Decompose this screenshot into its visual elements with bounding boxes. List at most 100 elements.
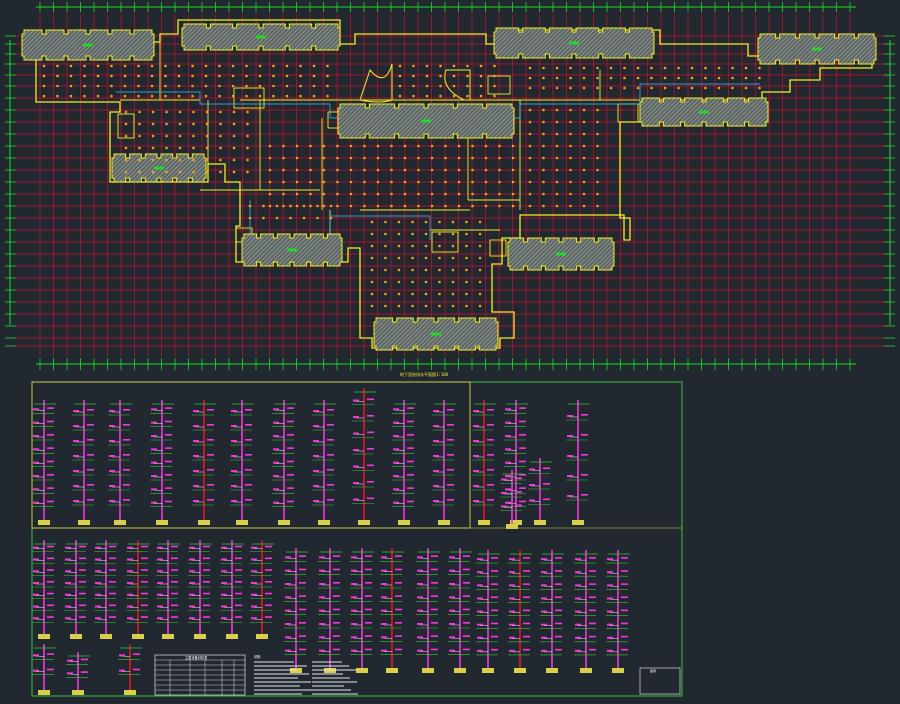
column-marker bbox=[542, 76, 545, 80]
pipe-size-tag bbox=[245, 439, 252, 441]
column-marker bbox=[758, 86, 761, 90]
pipe-size-tag bbox=[365, 608, 372, 611]
pipe-riser bbox=[472, 400, 496, 525]
floor-tag bbox=[109, 455, 115, 457]
column-marker bbox=[582, 66, 586, 70]
cad-drawing-viewport[interactable]: 地下室给排水平面图 1:100 主要设备材料表 说明 图例 bbox=[0, 0, 900, 700]
column-marker bbox=[569, 76, 572, 80]
column-marker bbox=[528, 144, 532, 148]
floor-tag bbox=[109, 410, 115, 412]
column-marker bbox=[430, 144, 434, 148]
floor-tag bbox=[231, 470, 237, 472]
pipe-size-tag bbox=[365, 648, 372, 651]
pipe-size-tag bbox=[327, 454, 334, 456]
pipe-size-tag bbox=[523, 609, 530, 612]
pipe-size-tag bbox=[327, 499, 334, 501]
floor-tag bbox=[273, 435, 279, 437]
floor-tag bbox=[449, 569, 455, 572]
column-marker bbox=[370, 244, 374, 248]
column-marker bbox=[295, 168, 299, 172]
floor-tag bbox=[285, 583, 291, 585]
column-marker bbox=[69, 84, 73, 88]
pipe-riser bbox=[448, 548, 472, 673]
column-marker bbox=[42, 94, 46, 98]
column-marker bbox=[268, 180, 272, 184]
pipe-size-tag bbox=[171, 545, 178, 548]
column-marker bbox=[596, 120, 599, 124]
riser-base bbox=[38, 634, 50, 639]
floor-tag bbox=[433, 470, 439, 472]
pipe-size-tag bbox=[287, 474, 294, 476]
pipe-size-tag bbox=[555, 596, 562, 599]
pipe-size-tag bbox=[235, 545, 242, 548]
floor-tag bbox=[221, 605, 227, 608]
pipe-riser bbox=[312, 400, 336, 525]
pipe-size-tag bbox=[581, 474, 588, 476]
column-marker bbox=[231, 84, 235, 88]
riser-diagrams bbox=[32, 388, 630, 695]
pipe-size-tag bbox=[365, 555, 372, 557]
column-marker bbox=[384, 220, 387, 224]
column-marker bbox=[390, 192, 393, 196]
column-marker bbox=[425, 84, 429, 88]
column-marker bbox=[219, 158, 222, 162]
tower-block bbox=[337, 103, 515, 139]
notes-title: 说明 bbox=[254, 654, 260, 659]
column-marker bbox=[289, 204, 292, 208]
floor-tag bbox=[109, 500, 115, 502]
column-marker bbox=[623, 76, 626, 80]
floor-tag bbox=[273, 461, 279, 464]
pipe-size-tag bbox=[141, 592, 148, 595]
pipe-size-tag bbox=[87, 409, 94, 411]
floor-tag bbox=[251, 617, 257, 620]
column-marker bbox=[299, 84, 302, 88]
floor-tag bbox=[157, 605, 163, 608]
floor-tag bbox=[529, 499, 535, 502]
pipe-size-tag bbox=[79, 604, 86, 607]
stair-core bbox=[489, 239, 507, 257]
column-marker bbox=[268, 156, 272, 160]
pipe-riser bbox=[416, 548, 440, 673]
column-marker bbox=[282, 144, 285, 148]
floor-tag bbox=[73, 440, 79, 442]
tower-label-tag bbox=[154, 166, 164, 170]
pipe-size-tag bbox=[523, 635, 530, 638]
riser-base bbox=[78, 520, 90, 525]
cad-drawing-canvas[interactable]: 地下室给排水平面图 1:100 主要设备材料表 说明 图例 bbox=[0, 0, 900, 700]
floor-tag bbox=[567, 495, 573, 497]
column-marker bbox=[528, 132, 532, 136]
column-marker bbox=[569, 180, 572, 184]
floor-tag bbox=[33, 593, 39, 596]
pipe-size-tag bbox=[171, 592, 178, 595]
column-marker bbox=[582, 168, 586, 172]
floor-tag bbox=[65, 605, 71, 608]
floor-tag bbox=[473, 500, 479, 502]
pipe-size-tag bbox=[165, 460, 172, 463]
riser-base bbox=[38, 520, 50, 525]
pipe-size-tag bbox=[365, 568, 372, 571]
pipe-riser bbox=[380, 548, 404, 673]
pipe-size-tag bbox=[123, 484, 130, 486]
column-marker bbox=[231, 74, 235, 78]
pipe-size-tag bbox=[245, 409, 252, 411]
pipe-size-tag bbox=[47, 604, 54, 607]
floor-tag bbox=[95, 582, 101, 584]
column-marker bbox=[596, 86, 599, 90]
floor-tag bbox=[127, 605, 133, 608]
column-marker bbox=[555, 132, 559, 136]
column-marker bbox=[398, 84, 402, 88]
column-marker bbox=[312, 74, 316, 78]
column-marker bbox=[123, 94, 127, 98]
floor-tag bbox=[189, 605, 195, 608]
pipe-size-tag bbox=[333, 555, 340, 557]
pipe-size-tag bbox=[463, 608, 470, 611]
floor-tag bbox=[417, 556, 423, 559]
pipe-riser bbox=[32, 644, 56, 695]
column-marker bbox=[457, 168, 461, 172]
column-marker bbox=[411, 268, 414, 272]
column-marker bbox=[478, 232, 482, 236]
column-marker bbox=[417, 168, 420, 172]
pipe-size-tag bbox=[463, 582, 470, 584]
floor-tag bbox=[65, 570, 71, 573]
column-marker bbox=[528, 192, 532, 196]
